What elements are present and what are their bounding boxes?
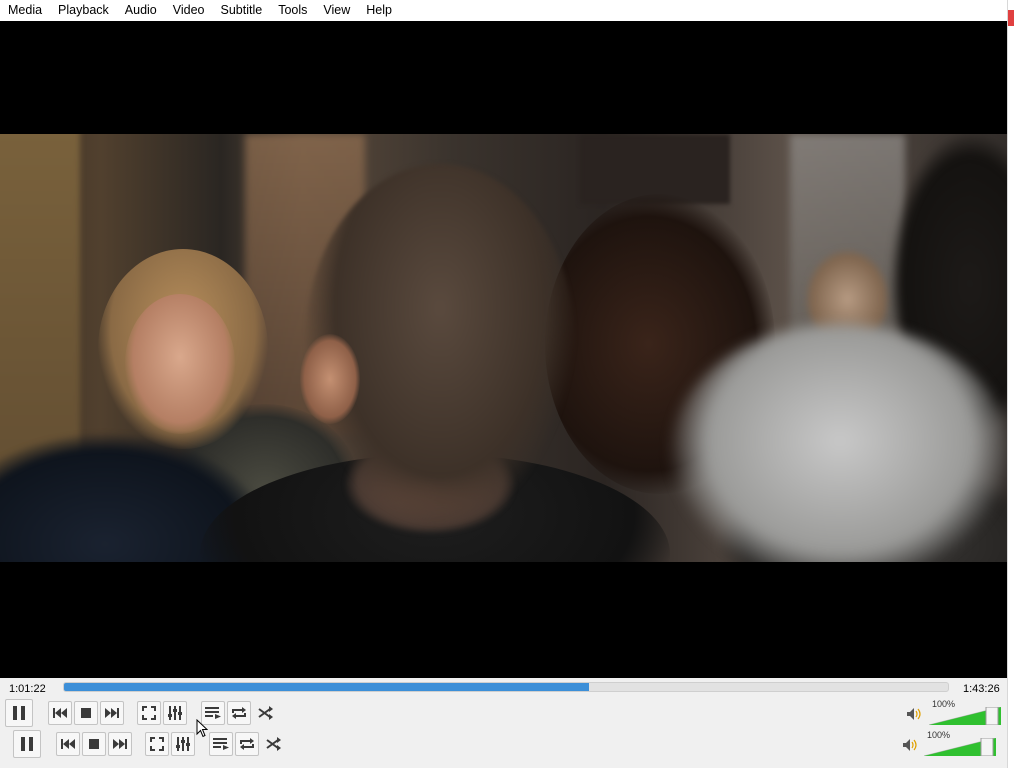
extended-settings-button[interactable] [171, 732, 195, 756]
volume-handle [985, 707, 999, 725]
menu-tools[interactable]: Tools [270, 0, 315, 21]
menu-media[interactable]: Media [0, 0, 50, 21]
video-area[interactable] [0, 21, 1007, 678]
shuffle-icon [258, 706, 273, 720]
next-button[interactable] [100, 701, 124, 725]
next-button[interactable] [108, 732, 132, 756]
loop-icon [232, 707, 246, 719]
previous-button[interactable] [56, 732, 80, 756]
toolbar-row-2: 100% [0, 730, 1007, 758]
shuffle-button[interactable] [254, 701, 278, 725]
playlist-icon [205, 707, 221, 719]
stop-icon [81, 708, 91, 718]
loop-button[interactable] [227, 701, 251, 725]
next-icon [105, 708, 119, 718]
stop-button[interactable] [82, 732, 106, 756]
fullscreen-icon [142, 706, 156, 720]
stop-icon [89, 739, 99, 749]
pause-button[interactable] [13, 730, 41, 758]
time-total[interactable]: 1:43:26 [963, 682, 1000, 696]
volume-gauge [924, 738, 996, 756]
previous-button[interactable] [48, 701, 72, 725]
previous-icon [53, 708, 67, 718]
fullscreen-icon [150, 737, 164, 751]
time-elapsed[interactable]: 1:01:22 [9, 682, 46, 696]
loop-icon [240, 738, 254, 750]
close-button-edge[interactable] [1008, 10, 1014, 26]
menu-video[interactable]: Video [165, 0, 213, 21]
menu-playback[interactable]: Playback [50, 0, 117, 21]
seek-bar[interactable] [63, 682, 949, 692]
fullscreen-button[interactable] [145, 732, 169, 756]
speaker-icon[interactable] [906, 707, 922, 721]
volume-gauge [929, 707, 1001, 725]
volume-handle [980, 738, 994, 756]
pause-icon [21, 737, 33, 751]
volume-slider[interactable]: 100% [924, 730, 996, 756]
pause-button[interactable] [5, 699, 33, 727]
shuffle-button[interactable] [262, 732, 286, 756]
playlist-button[interactable] [209, 732, 233, 756]
shuffle-icon [266, 737, 281, 751]
window-edge [1007, 0, 1024, 768]
video-frame [0, 134, 1007, 562]
volume-slider[interactable]: 100% [929, 699, 1001, 725]
extended-settings-button[interactable] [163, 701, 187, 725]
seek-progress [64, 683, 590, 691]
loop-button[interactable] [235, 732, 259, 756]
playlist-icon [213, 738, 229, 750]
menubar: Media Playback Audio Video Subtitle Tool… [0, 0, 1007, 21]
stop-button[interactable] [74, 701, 98, 725]
pause-icon [13, 706, 25, 720]
fullscreen-button[interactable] [137, 701, 161, 725]
toolbar-row-1: 100% [0, 699, 1007, 727]
controls-panel: 1:01:22 1:43:26 100% 100% [0, 678, 1007, 768]
menu-subtitle[interactable]: Subtitle [213, 0, 271, 21]
previous-icon [61, 739, 75, 749]
menu-help[interactable]: Help [358, 0, 400, 21]
cursor-icon [196, 719, 208, 738]
menu-audio[interactable]: Audio [117, 0, 165, 21]
speaker-icon[interactable] [902, 738, 918, 752]
extended-settings-icon [176, 737, 190, 751]
next-icon [113, 739, 127, 749]
menu-view[interactable]: View [315, 0, 358, 21]
extended-settings-icon [168, 706, 182, 720]
